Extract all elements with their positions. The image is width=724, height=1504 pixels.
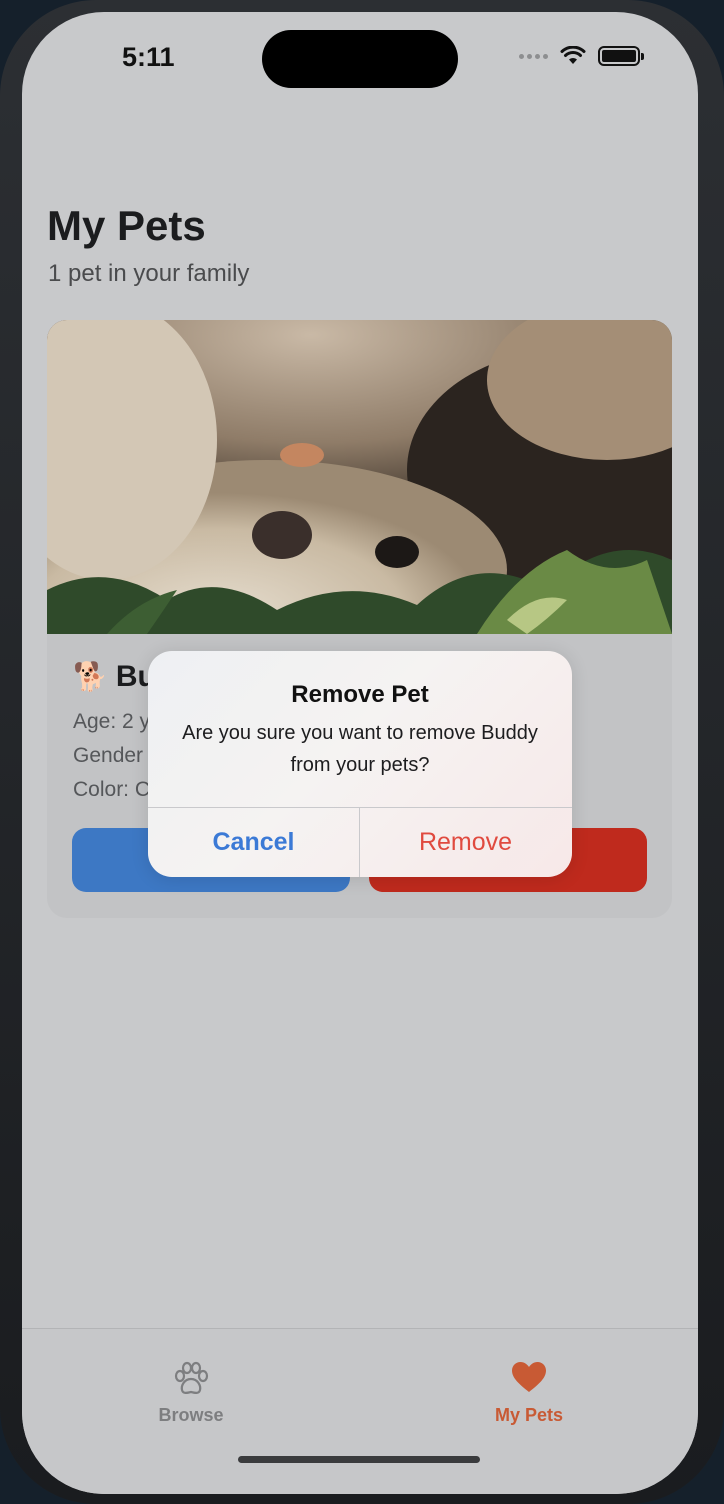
tab-bar: Browse My Pets bbox=[22, 1328, 698, 1494]
tab-browse[interactable]: Browse bbox=[22, 1329, 360, 1449]
home-indicator[interactable] bbox=[238, 1456, 480, 1463]
heart-icon bbox=[512, 1362, 546, 1392]
wifi-icon bbox=[560, 46, 586, 64]
alert-message: Are you sure you want to remove Buddy fr… bbox=[182, 722, 538, 776]
page-title: My Pets bbox=[47, 202, 206, 249]
app-screen: 5:11 My Pets 1 pet in your family 🐕 Bu A… bbox=[22, 12, 698, 1494]
confirm-remove-button[interactable]: Remove bbox=[360, 808, 571, 877]
pet-photo bbox=[47, 320, 672, 634]
pet-color: Color: C bbox=[73, 778, 151, 801]
status-time: 5:11 bbox=[122, 42, 175, 72]
dog-icon: 🐕 bbox=[73, 661, 108, 692]
pet-name: 🐕 Bu bbox=[73, 660, 156, 694]
dynamic-island bbox=[262, 30, 458, 88]
alert-title: Remove Pet bbox=[291, 681, 429, 708]
tab-browse-label: Browse bbox=[158, 1405, 224, 1425]
pet-age: Age: 2 y bbox=[73, 710, 151, 733]
paw-icon bbox=[174, 1361, 209, 1394]
page-subtitle: 1 pet in your family bbox=[48, 260, 250, 287]
tab-my-pets[interactable]: My Pets bbox=[360, 1329, 698, 1449]
status-indicators bbox=[519, 46, 644, 66]
pet-gender: Gender bbox=[73, 744, 144, 767]
tab-my-pets-label: My Pets bbox=[494, 1405, 564, 1425]
battery-icon bbox=[598, 46, 644, 66]
remove-pet-alert: Remove Pet Are you sure you want to remo… bbox=[148, 651, 572, 877]
cancel-button[interactable]: Cancel bbox=[148, 808, 359, 877]
cellular-signal-icon bbox=[519, 53, 548, 59]
